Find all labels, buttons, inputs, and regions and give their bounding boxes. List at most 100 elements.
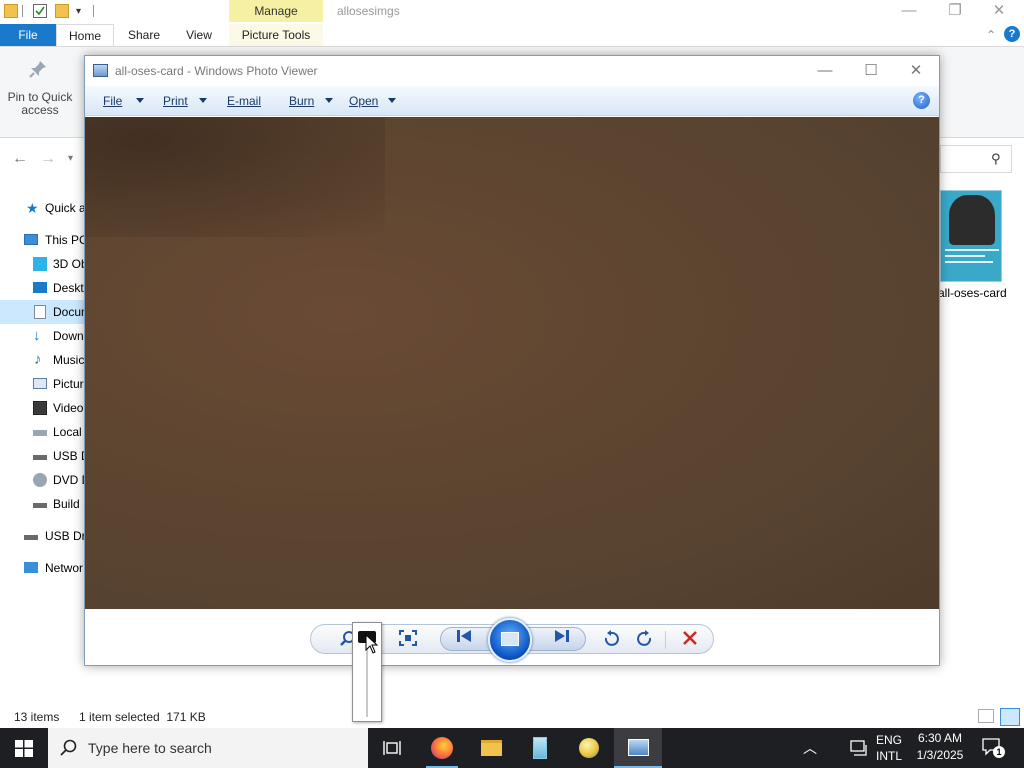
menu-file[interactable]: File — [103, 94, 122, 108]
chevron-down-icon[interactable] — [325, 98, 333, 103]
sidebar-item-network[interactable]: Networ — [0, 556, 84, 580]
desktop-icon — [33, 282, 47, 293]
previous-icon[interactable] — [453, 629, 475, 649]
taskbar-search-placeholder: Type here to search — [88, 740, 212, 756]
photo-viewer-title: all-oses-card - Windows Photo Viewer — [115, 64, 318, 78]
chevron-down-icon[interactable] — [388, 98, 396, 103]
search-input[interactable]: ⚲ — [940, 145, 1012, 173]
taskbar-app-file-explorer[interactable] — [467, 728, 515, 768]
network-icon — [24, 562, 38, 573]
sidebar-item-build[interactable]: Build — [0, 492, 84, 516]
thumbnail-line — [945, 261, 993, 263]
dvd-icon — [33, 473, 47, 487]
close-button[interactable]: ✕ — [976, 0, 1022, 24]
pin-to-quick-access-button[interactable]: Pin to Quick access — [6, 91, 74, 117]
tab-picture-tools[interactable]: Picture Tools — [229, 24, 323, 46]
taskbar-app-photo-viewer[interactable] — [614, 728, 662, 768]
delete-icon[interactable] — [679, 630, 701, 650]
menu-open[interactable]: Open — [349, 94, 378, 108]
collapse-ribbon-icon[interactable]: ⌃ — [986, 28, 996, 42]
input-language[interactable]: ENG INTL — [876, 733, 902, 763]
menu-burn[interactable]: Burn — [289, 94, 314, 108]
sidebar-item-usb-drive-2[interactable]: USB Dri — [0, 524, 84, 548]
sidebar-item-label: Docum — [53, 305, 84, 319]
forward-arrow-icon[interactable]: → — [40, 150, 56, 168]
search-icon: ⚲ — [991, 151, 1001, 166]
rotate-cw-icon[interactable] — [634, 630, 656, 650]
sidebar-item-desktop[interactable]: Deskto — [0, 276, 84, 300]
sidebar-item-label: This PC — [45, 233, 84, 247]
details-view-icon[interactable] — [978, 709, 994, 723]
thumbnail-label[interactable]: all-oses-card — [938, 286, 1007, 300]
close-button[interactable]: ✕ — [893, 56, 939, 86]
sidebar-item-videos[interactable]: Videos — [0, 396, 84, 420]
tab-home[interactable]: Home — [56, 24, 114, 46]
taskbar-app-disc[interactable] — [565, 728, 613, 768]
manage-context-label: Manage — [229, 0, 323, 22]
maximize-button[interactable]: ☐ — [848, 56, 894, 86]
thumbnail-photo — [949, 195, 995, 245]
help-icon[interactable]: ? — [913, 92, 930, 109]
chevron-down-icon[interactable] — [136, 98, 144, 103]
slideshow-button[interactable] — [488, 618, 532, 662]
rotate-ccw-icon[interactable] — [600, 630, 622, 650]
sidebar-item-usb-drive[interactable]: USB D — [0, 444, 84, 468]
sidebar-item-local-disk[interactable]: Local — [0, 420, 84, 444]
recent-dropdown-icon[interactable]: ▾ — [68, 153, 73, 164]
minimize-button[interactable]: — — [802, 56, 848, 86]
clock[interactable]: 6:30 AM 1/3/2025 — [916, 731, 964, 762]
clock-date: 1/3/2025 — [916, 748, 964, 762]
chevron-down-icon[interactable] — [199, 98, 207, 103]
sidebar-item-music[interactable]: ♪ Music — [0, 348, 84, 372]
menu-print[interactable]: Print — [163, 94, 188, 108]
drive-icon — [33, 503, 47, 508]
tab-view[interactable]: View — [176, 24, 222, 46]
properties-icon[interactable] — [33, 4, 47, 18]
download-arrow-icon: ↓ — [33, 327, 41, 344]
start-button[interactable] — [0, 728, 48, 768]
folder-icon[interactable] — [4, 4, 18, 18]
qat-dropdown-icon[interactable]: ▾ — [76, 6, 81, 17]
tab-share[interactable]: Share — [118, 24, 170, 46]
sidebar-item-label: Down — [53, 329, 84, 343]
sidebar-item-this-pc[interactable]: This PC — [0, 228, 84, 252]
status-bar: 13 items 1 item selected 171 KB — [0, 708, 1024, 728]
sidebar-item-label: Build — [53, 497, 80, 511]
network-icon[interactable] — [850, 740, 868, 756]
divider — [22, 5, 23, 17]
photo-display[interactable] — [85, 117, 939, 609]
sidebar-item-dvd-drive[interactable]: DVD D — [0, 468, 84, 492]
menu-label: Burn — [289, 94, 315, 108]
new-folder-icon[interactable] — [55, 4, 69, 18]
taskbar-app-firefox[interactable] — [418, 728, 466, 768]
sidebar-item-documents[interactable]: Docum — [0, 300, 84, 324]
item-count: 13 items — [14, 710, 60, 724]
show-hidden-icons-chevron-icon[interactable]: ︿ — [803, 738, 817, 758]
sidebar-item-quick-access[interactable]: ★ Quick a — [0, 196, 84, 220]
folder-icon — [481, 740, 502, 756]
help-icon[interactable]: ? — [1004, 26, 1020, 42]
menu-email[interactable]: E-mail — [227, 94, 261, 108]
tab-file[interactable]: File — [0, 24, 56, 46]
usb-drive-icon — [24, 535, 38, 540]
task-view-icon — [383, 741, 401, 755]
film-icon — [33, 401, 47, 415]
photo-viewer-menubar: File Print E-mail Burn Open ? — [85, 86, 939, 116]
notification-badge: 1 — [993, 746, 1005, 758]
maximize-button[interactable]: ❐ — [932, 0, 978, 24]
minimize-button[interactable]: — — [886, 0, 932, 24]
taskbar-app-notepad[interactable] — [516, 728, 564, 768]
sidebar-item-3d-objects[interactable]: 3D Ob — [0, 252, 84, 276]
taskbar-search-box[interactable]: Type here to search — [48, 728, 368, 768]
file-thumbnail[interactable] — [940, 190, 1002, 282]
large-icons-view-icon[interactable] — [1000, 708, 1020, 726]
sidebar-item-downloads[interactable]: ↓ Down — [0, 324, 84, 348]
photo-viewer-titlebar: all-oses-card - Windows Photo Viewer — ☐… — [85, 56, 939, 86]
next-icon[interactable] — [551, 629, 573, 649]
back-arrow-icon[interactable]: ← — [12, 150, 28, 168]
sidebar-item-pictures[interactable]: Pictur — [0, 372, 84, 396]
fit-window-icon[interactable] — [397, 630, 419, 650]
task-view-button[interactable] — [368, 728, 416, 768]
notepad-icon — [533, 737, 547, 759]
action-center-button[interactable]: 1 — [982, 738, 1005, 758]
